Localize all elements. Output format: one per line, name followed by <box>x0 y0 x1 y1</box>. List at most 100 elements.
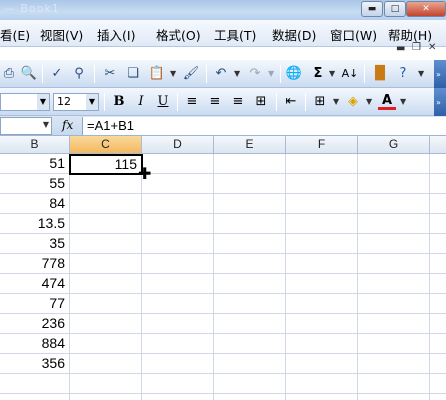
empty-cell[interactable] <box>142 374 214 394</box>
decrease-indent-icon[interactable]: ⇤ <box>282 93 300 111</box>
empty-cell[interactable] <box>214 314 286 334</box>
font-name-dropdown-icon[interactable]: ▼ <box>37 94 49 110</box>
empty-cell[interactable] <box>286 334 358 354</box>
empty-cell[interactable] <box>286 274 358 294</box>
empty-cell[interactable] <box>358 334 430 354</box>
empty-cell[interactable] <box>286 174 358 194</box>
cell-b10[interactable]: 884 <box>0 334 70 354</box>
empty-cell[interactable] <box>70 334 142 354</box>
empty-cell[interactable] <box>70 234 142 254</box>
format-painter-icon[interactable]: 🖌 <box>182 65 200 83</box>
cell-b8[interactable]: 77 <box>0 294 70 314</box>
empty-cell[interactable] <box>358 314 430 334</box>
empty-cell[interactable] <box>214 234 286 254</box>
mdi-close-icon[interactable]: ✕ <box>428 42 436 53</box>
empty-cell[interactable] <box>286 394 358 400</box>
empty-cell[interactable] <box>70 314 142 334</box>
worksheet-grid[interactable]: B C D E F G 51 55 84 13.5 35 778 474 77 236 884 35… <box>0 136 446 400</box>
empty-cell[interactable] <box>142 334 214 354</box>
empty-cell[interactable] <box>358 294 430 314</box>
empty-cell[interactable] <box>358 234 430 254</box>
empty-cell[interactable] <box>430 334 446 354</box>
toolbar-options-grip-2[interactable]: » <box>434 88 446 116</box>
empty-cell[interactable] <box>358 154 430 174</box>
empty-cell[interactable] <box>286 314 358 334</box>
empty-cell[interactable] <box>286 214 358 234</box>
empty-cell[interactable] <box>358 254 430 274</box>
column-header-f[interactable]: F <box>286 136 358 154</box>
menu-window[interactable]: 窗口(W) <box>330 25 377 44</box>
empty-cell[interactable] <box>286 154 358 174</box>
menu-view[interactable]: 视图(V) <box>40 25 83 44</box>
empty-cell[interactable] <box>70 374 142 394</box>
menu-tools[interactable]: 工具(T) <box>214 25 256 44</box>
empty-cell[interactable] <box>430 254 446 274</box>
empty-cell[interactable] <box>214 394 286 400</box>
align-left-icon[interactable]: ≡ <box>183 93 201 111</box>
copy-icon[interactable]: ❏ <box>124 65 142 83</box>
empty-cell[interactable] <box>142 194 214 214</box>
paste-icon[interactable]: 📋 <box>148 65 166 83</box>
font-color-icon[interactable]: A <box>378 93 396 110</box>
print-icon[interactable]: ⎙ <box>0 65 18 83</box>
empty-cell[interactable] <box>142 354 214 374</box>
research-icon[interactable]: ⚲ <box>70 65 88 83</box>
empty-cell[interactable] <box>286 354 358 374</box>
empty-cell[interactable] <box>430 294 446 314</box>
column-header-e[interactable]: E <box>214 136 286 154</box>
fill-color-icon[interactable]: ◈ <box>344 93 362 111</box>
empty-cell[interactable] <box>70 294 142 314</box>
name-box[interactable]: ▼ <box>0 117 52 135</box>
empty-cell[interactable] <box>358 394 430 400</box>
empty-cell[interactable] <box>430 314 446 334</box>
fill-color-dropdown-icon[interactable]: ▼ <box>366 97 372 106</box>
align-center-icon[interactable]: ≡ <box>206 93 224 111</box>
empty-cell[interactable] <box>214 254 286 274</box>
font-size-box[interactable]: 12 ▼ <box>53 93 99 111</box>
empty-cell[interactable] <box>0 374 70 394</box>
empty-cell[interactable] <box>430 274 446 294</box>
menu-insert[interactable]: 插入(I) <box>97 25 135 44</box>
column-header-d[interactable]: D <box>142 136 214 154</box>
chart-wizard-icon[interactable]: ▐▌ <box>370 65 390 83</box>
cell-b6[interactable]: 778 <box>0 254 70 274</box>
sort-ascending-icon[interactable]: A↓ <box>341 65 359 83</box>
empty-cell[interactable] <box>70 174 142 194</box>
font-name-box[interactable]: ▼ <box>0 93 50 111</box>
empty-cell[interactable] <box>214 194 286 214</box>
bold-button[interactable]: B <box>110 93 128 111</box>
insert-function-icon[interactable]: fx <box>62 118 73 132</box>
empty-cell[interactable] <box>430 214 446 234</box>
toolbar-options-grip[interactable]: » <box>434 60 446 88</box>
hyperlink-icon[interactable]: 🌐 <box>285 65 303 83</box>
empty-cell[interactable] <box>142 274 214 294</box>
column-header-b[interactable]: B <box>0 136 70 154</box>
empty-cell[interactable] <box>286 194 358 214</box>
empty-cell[interactable] <box>214 154 286 174</box>
column-header-h[interactable] <box>430 136 446 154</box>
maximize-button[interactable]: □ <box>384 1 406 17</box>
empty-cell[interactable] <box>286 374 358 394</box>
empty-cell[interactable] <box>214 174 286 194</box>
empty-cell[interactable] <box>0 394 70 400</box>
menu-format[interactable]: 格式(O) <box>156 25 201 44</box>
cell-b1[interactable]: 51 <box>0 154 70 174</box>
empty-cell[interactable] <box>430 234 446 254</box>
borders-dropdown-icon[interactable]: ▼ <box>333 97 339 106</box>
mdi-minimize-icon[interactable]: ▬ <box>396 43 405 54</box>
italic-button[interactable]: I <box>132 93 150 111</box>
minimize-button[interactable]: ▬ <box>361 1 383 17</box>
empty-cell[interactable] <box>358 374 430 394</box>
column-header-c[interactable]: C <box>70 136 142 154</box>
empty-cell[interactable] <box>142 214 214 234</box>
undo-icon[interactable]: ↶ <box>212 65 230 83</box>
font-size-dropdown-icon[interactable]: ▼ <box>86 94 98 110</box>
empty-cell[interactable] <box>358 274 430 294</box>
empty-cell[interactable] <box>142 174 214 194</box>
empty-cell[interactable] <box>430 154 446 174</box>
merge-center-icon[interactable]: ⊞ <box>252 93 270 111</box>
print-preview-icon[interactable]: 🔍 <box>20 65 38 83</box>
empty-cell[interactable] <box>70 254 142 274</box>
active-cell-c1[interactable]: 115 <box>69 154 143 175</box>
cell-b7[interactable]: 474 <box>0 274 70 294</box>
